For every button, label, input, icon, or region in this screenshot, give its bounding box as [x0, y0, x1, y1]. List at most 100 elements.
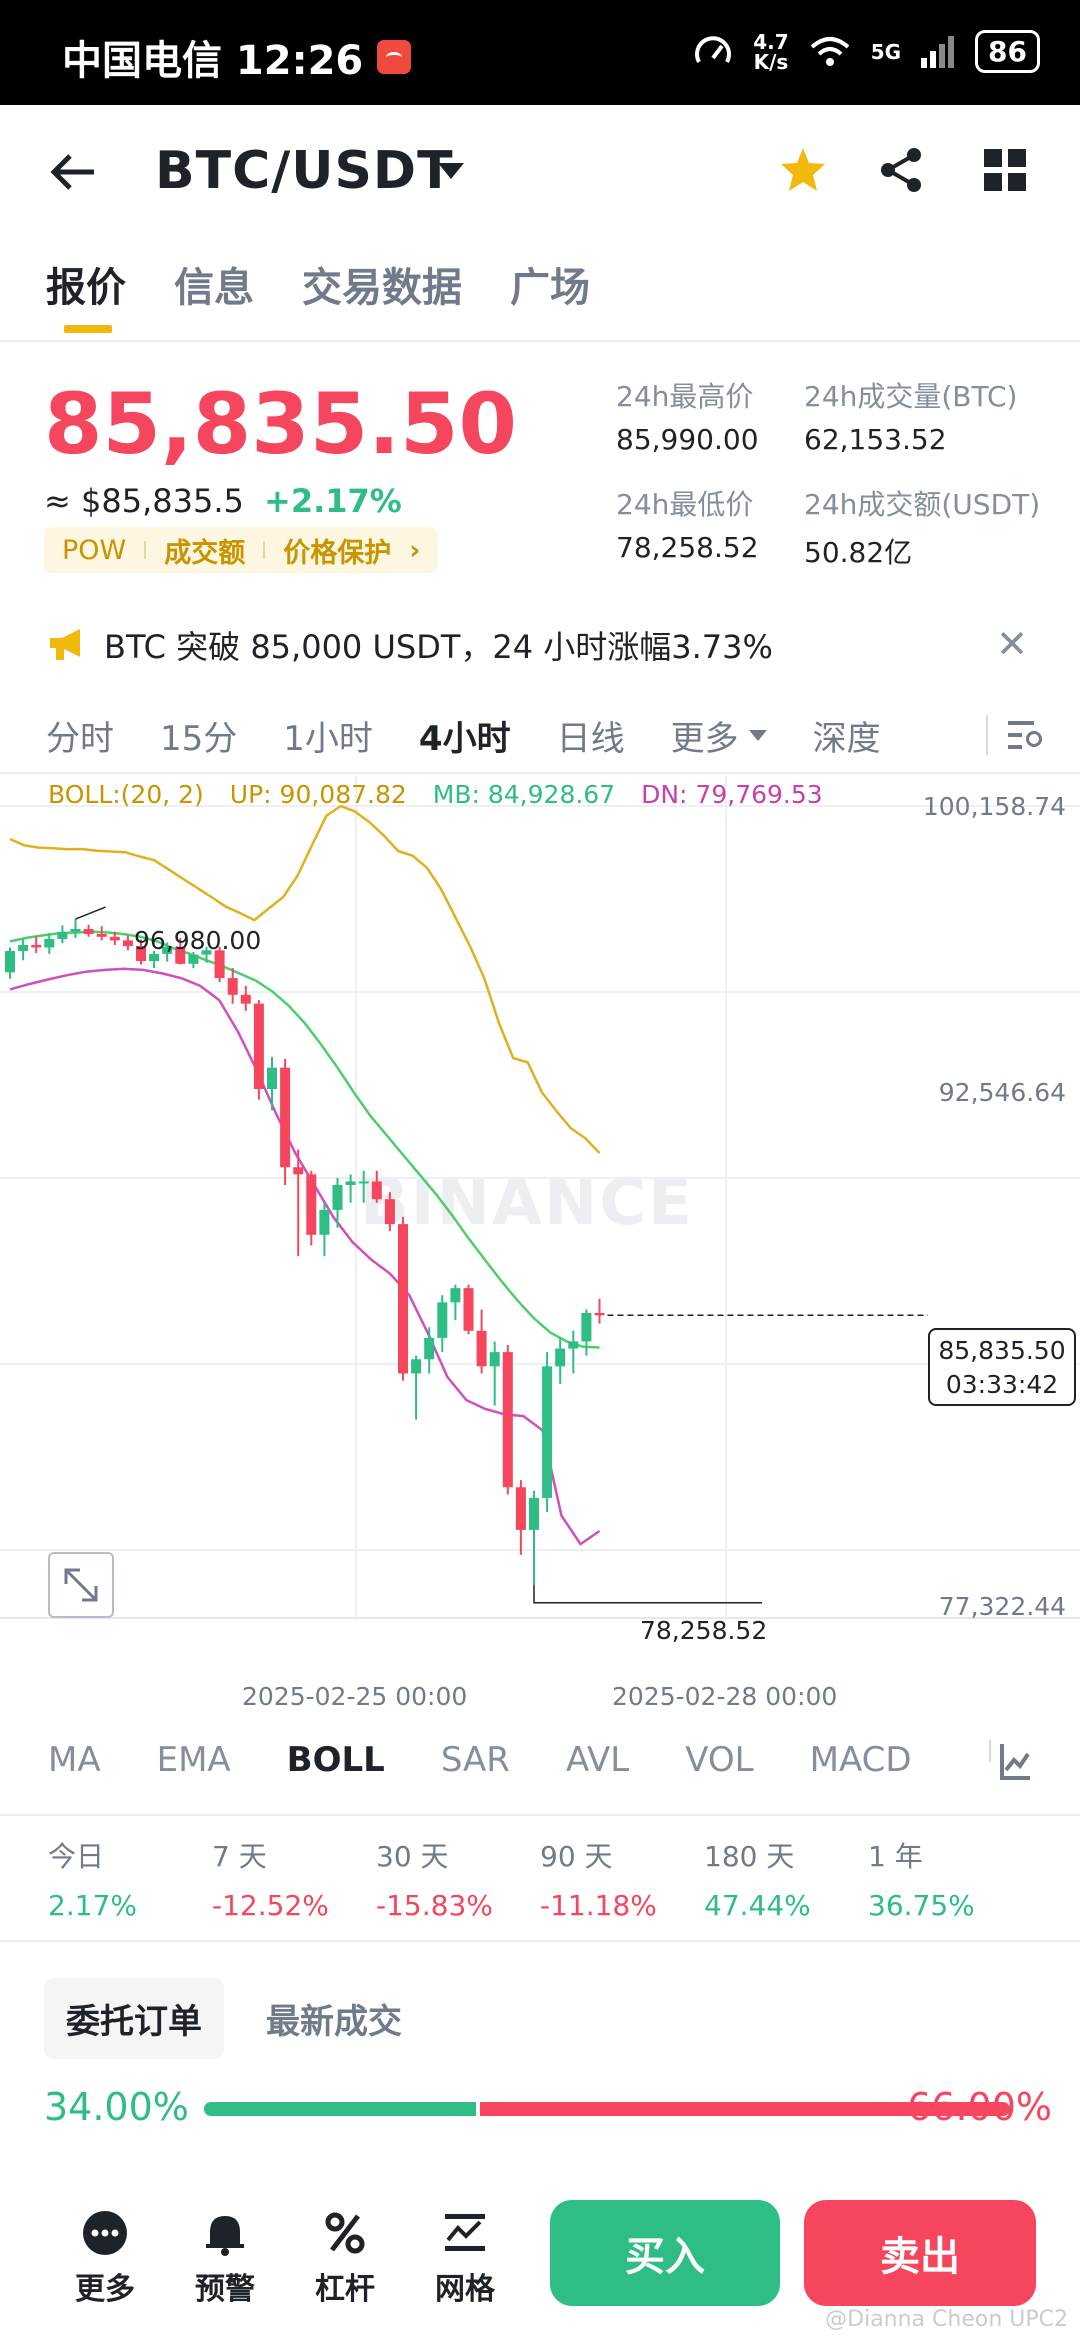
indicator-ma[interactable]: MA [48, 1740, 101, 1780]
caret-down-icon [748, 729, 767, 741]
status-bar: 中国电信 12:26 4.7 K/s 5G 86 [0, 0, 1080, 105]
boll-middle-line [9, 930, 600, 1349]
sell-button[interactable]: 卖出 [804, 2200, 1036, 2306]
divider [0, 772, 1080, 774]
carrier-time-text: 中国电信 12:26 [62, 38, 364, 84]
divider [0, 1814, 1080, 1816]
indicator-bar: MA EMA BOLL SAR AVL VOL MACD [48, 1740, 1048, 1780]
boll-legend: BOLL:(20, 2) UP: 90,087.82 MB: 84,928.67… [48, 780, 823, 809]
last-price: 85,835.50 [44, 375, 517, 473]
tab-order-book[interactable]: 委托订单 [44, 1978, 224, 2059]
more-dots-icon [83, 2211, 127, 2255]
bottom-action-bar: 更多 预警 杠杆 网格 买入 卖出 @Dianna Cheon UPC2 [0, 2170, 1080, 2340]
buy-percent: 34.00% [44, 2085, 189, 2129]
order-tabs: 委托订单 最新成交 [44, 1978, 424, 2059]
tab-latest-trades[interactable]: 最新成交 [244, 1978, 424, 2059]
tab-info[interactable]: 信息 [174, 255, 254, 333]
interval-15m[interactable]: 15分 [160, 711, 237, 760]
tag-turnover[interactable]: 成交额 [164, 531, 245, 570]
pair-title[interactable]: BTC/USDT [155, 141, 454, 201]
legend-mb: MB: 84,928.67 [432, 780, 616, 809]
max-price-leader [75, 906, 106, 920]
buy-ratio-bar [204, 2102, 477, 2116]
divider [0, 340, 1080, 342]
indicator-sar[interactable]: SAR [441, 1740, 510, 1780]
legend-up: UP: 90,087.82 [229, 780, 407, 809]
pair-dropdown-icon[interactable] [438, 163, 464, 179]
boll-upper-line [9, 804, 601, 1154]
favorite-star-icon[interactable] [778, 145, 828, 195]
candle-down [96, 933, 107, 937]
share-icon[interactable] [876, 145, 926, 195]
perf-today: 今日 2.17% [48, 1840, 137, 1922]
leverage-button[interactable]: 杠杆 [300, 2210, 390, 2308]
x-axis-label: 2025-02-28 00:00 [612, 1682, 838, 1711]
indicator-avl[interactable]: AVL [566, 1740, 629, 1780]
layout-grid-icon[interactable] [984, 149, 1026, 191]
candle-down [31, 944, 42, 948]
indicator-settings-icon[interactable] [988, 1740, 1032, 1784]
candle-up [489, 1352, 500, 1367]
wifi-icon [810, 36, 850, 66]
stat-low: 24h最低价 78,258.52 [616, 488, 759, 564]
grid-button[interactable]: 网格 [420, 2210, 510, 2308]
candle-up [358, 1181, 369, 1184]
performance-row: 今日 2.17% 7 天 -12.52% 30 天 -15.83% 90 天 -11.1… [48, 1835, 1048, 1935]
tab-quote[interactable]: 报价 [46, 255, 126, 333]
expand-icon[interactable] [48, 1552, 114, 1618]
candle-up [188, 954, 199, 964]
candle-up [57, 931, 68, 939]
depth-tab[interactable]: 深度 [813, 711, 881, 760]
y-axis-label: 100,158.74 [922, 792, 1066, 821]
tag-pow[interactable]: POW [62, 535, 126, 566]
candle-up [70, 928, 81, 932]
perf-30d: 30 天 -15.83% [376, 1840, 493, 1922]
candle-down [594, 1313, 605, 1316]
candle-down [227, 978, 238, 995]
indicator-ema[interactable]: EMA [157, 1740, 231, 1780]
candle-up [5, 951, 15, 973]
change-percent: +2.17% [264, 482, 402, 520]
indicator-macd[interactable]: MACD [810, 1740, 912, 1780]
candle-up [267, 1067, 277, 1089]
candle-up [568, 1341, 579, 1349]
interval-line[interactable]: 分时 [46, 711, 114, 760]
interval-more[interactable]: 更多 [671, 711, 767, 760]
indicator-vol[interactable]: VOL [685, 1740, 753, 1780]
min-price-label: 78,258.52 [640, 1616, 768, 1645]
notification-icon [377, 40, 412, 74]
interval-1d[interactable]: 日线 [557, 711, 625, 760]
candle-down [240, 994, 251, 1004]
stat-volume-btc: 24h成交量(BTC) 62,153.52 [804, 380, 1018, 456]
close-icon[interactable]: ✕ [996, 622, 1028, 666]
sell-percent: 66.00% [907, 2085, 1052, 2129]
back-arrow-icon[interactable] [48, 147, 98, 197]
candle-down [398, 1224, 408, 1374]
interval-4h[interactable]: 4小时 [419, 711, 511, 760]
indicator-boll[interactable]: BOLL [287, 1740, 385, 1780]
stat-volume-usdt: 24h成交额(USDT) 50.82亿 [804, 488, 1041, 569]
y-axis-label: 77,322.44 [938, 1592, 1066, 1621]
announcement-bar[interactable]: BTC 突破 85,000 USDT，24 小时涨幅3.73% ✕ [48, 620, 1038, 670]
tab-square[interactable]: 广场 [510, 255, 590, 333]
alert-button[interactable]: 预警 [180, 2210, 270, 2308]
candle-down [515, 1487, 526, 1530]
candle-down [306, 1174, 317, 1235]
buy-button[interactable]: 买入 [550, 2200, 780, 2306]
grid-bot-icon [445, 2214, 485, 2251]
perf-1y: 1 年 36.75% [868, 1840, 975, 1922]
candle-up [529, 1497, 539, 1530]
more-button[interactable]: 更多 [60, 2210, 150, 2308]
legend-dn: DN: 79,769.53 [641, 780, 823, 809]
interval-1h[interactable]: 1小时 [283, 711, 373, 760]
last-price-tag[interactable]: 85,835.50 03:33:42 [928, 1328, 1076, 1406]
chart-settings-icon[interactable] [986, 715, 1046, 755]
kline-chart[interactable]: BOLL:(20, 2) UP: 90,087.82 MB: 84,928.67… [0, 776, 1080, 1716]
watermark-credit: @Dianna Cheon UPC2 [825, 2307, 1068, 2332]
y-axis-label: 92,546.64 [938, 1078, 1066, 1107]
tab-trading-data[interactable]: 交易数据 [302, 255, 462, 333]
tag-price-protection[interactable]: 价格保护 [283, 531, 391, 570]
chevron-right-icon[interactable]: › [409, 535, 420, 566]
candle-down [476, 1330, 487, 1367]
bell-icon [206, 2216, 244, 2256]
